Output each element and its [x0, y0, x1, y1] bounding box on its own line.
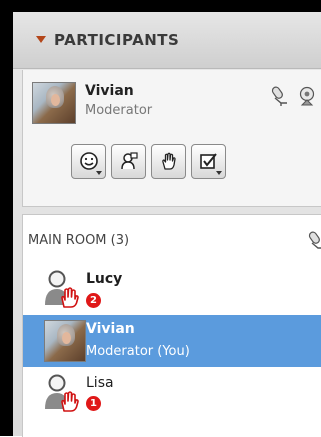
panel-title: PARTICIPANTS [54, 31, 180, 49]
current-user-card: Vivian Moderator [22, 70, 321, 207]
participant-name: Vivian [86, 321, 135, 337]
raise-hand-icon [162, 152, 176, 170]
raise-hand-button[interactable] [151, 144, 186, 179]
current-user-name: Vivian [85, 83, 134, 99]
panel-header[interactable]: PARTICIPANTS [13, 12, 321, 69]
presenter-button[interactable] [111, 144, 146, 179]
collapse-arrow-icon[interactable] [36, 36, 46, 43]
dropdown-arrow-icon [216, 171, 222, 175]
status-button[interactable] [191, 144, 226, 179]
participant-row-selected[interactable]: Vivian Moderator (You) [23, 315, 321, 367]
avatar [44, 320, 86, 362]
room-microphone-icon[interactable] [308, 230, 321, 252]
top-border [0, 0, 321, 12]
left-border [0, 0, 13, 436]
avatar [32, 82, 76, 124]
checkbox-icon [200, 153, 217, 169]
current-user-role: Moderator [85, 103, 153, 118]
smiley-icon [80, 152, 98, 170]
main-room-list: MAIN ROOM (3) Lucy 2 Vivian Moderator (Y… [22, 214, 321, 437]
presenter-icon [121, 152, 138, 170]
user-hand-raised-icon [45, 374, 79, 412]
participants-window: PARTICIPANTS Vivian Moderator MAIN ROOM … [0, 0, 321, 437]
participants-panel: PARTICIPANTS Vivian Moderator MAIN ROOM … [13, 12, 321, 437]
emoticon-button[interactable] [71, 144, 106, 179]
notification-badge: 2 [86, 293, 101, 308]
participant-row[interactable]: Lucy 2 [23, 265, 321, 315]
participant-name: Lisa [86, 375, 114, 391]
user-hand-raised-icon [45, 270, 79, 308]
room-title: MAIN ROOM (3) [28, 233, 130, 248]
dropdown-arrow-icon [96, 171, 102, 175]
microphone-icon[interactable] [271, 85, 291, 107]
participant-row[interactable]: Lisa 1 [23, 369, 321, 419]
participant-role: Moderator (You) [86, 344, 190, 359]
notification-badge: 1 [86, 396, 101, 411]
webcam-icon[interactable] [297, 85, 317, 107]
participant-name: Lucy [86, 271, 123, 287]
